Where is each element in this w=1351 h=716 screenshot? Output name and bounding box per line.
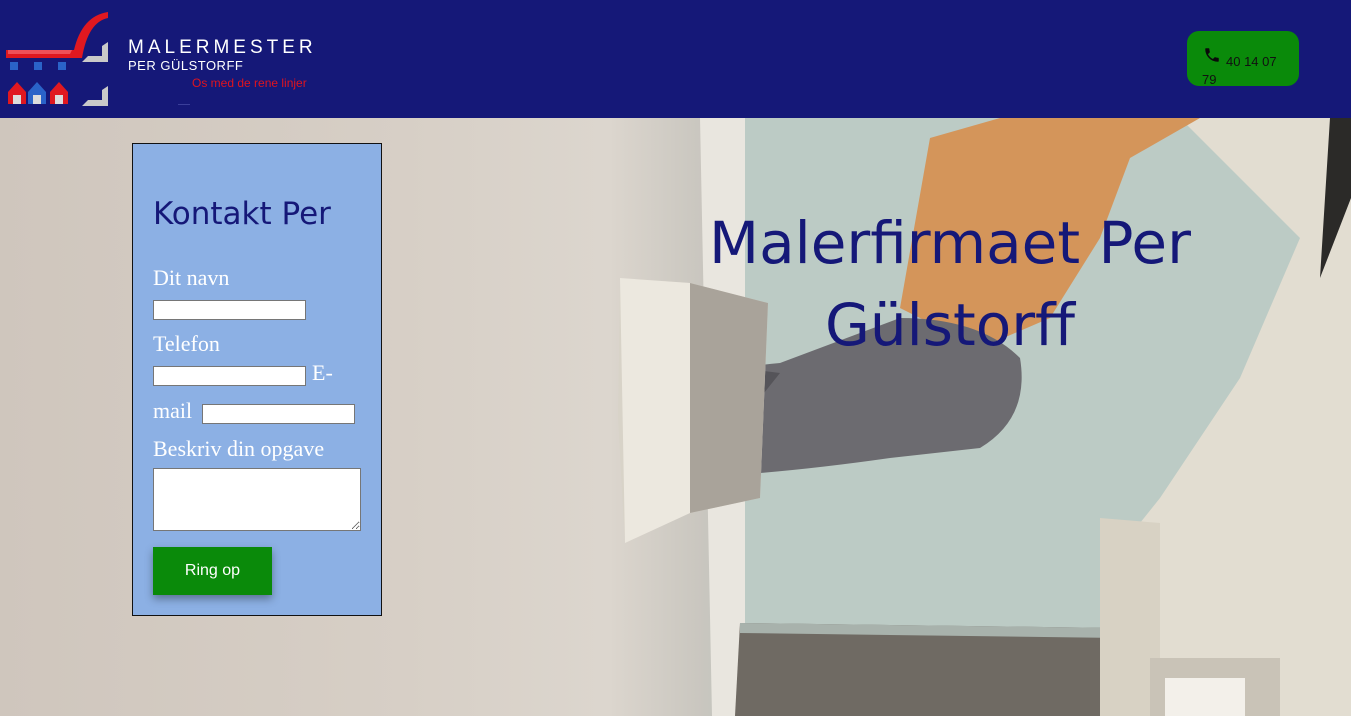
task-textarea[interactable]	[153, 468, 361, 531]
divider	[178, 104, 190, 105]
task-label: Beskriv din opgave	[153, 436, 325, 461]
brand-subtitle: PER GÜLSTORFF	[128, 58, 244, 73]
hero-title: Malerfirmaet Per Gülstorff	[709, 209, 1191, 359]
company-logo[interactable]	[4, 6, 112, 110]
brand-name[interactable]: MALERMESTER PER GÜLSTORFF	[128, 38, 317, 74]
phone-number: 40 14 07 79	[1202, 54, 1277, 87]
email-input[interactable]	[202, 404, 355, 424]
submit-button[interactable]: Ring op	[153, 547, 272, 595]
form-title: Kontakt Per	[153, 196, 331, 232]
contact-form: Kontakt Per Dit navn Telefon E- mail Bes…	[132, 143, 382, 616]
phone-input[interactable]	[153, 366, 306, 386]
phone-label: Telefon	[153, 331, 220, 356]
brand-title: MALERMESTER	[128, 37, 317, 58]
tagline: Os med de rene linjer	[192, 76, 307, 90]
name-label: Dit navn	[153, 265, 230, 290]
email-label-part1: E-	[312, 360, 333, 385]
call-phone-button[interactable]: 40 14 07 79	[1187, 31, 1299, 87]
name-input[interactable]	[153, 300, 306, 320]
site-header: MALERMESTER PER GÜLSTORFF Os med de rene…	[0, 0, 1351, 118]
email-label-part2: mail	[153, 398, 193, 423]
